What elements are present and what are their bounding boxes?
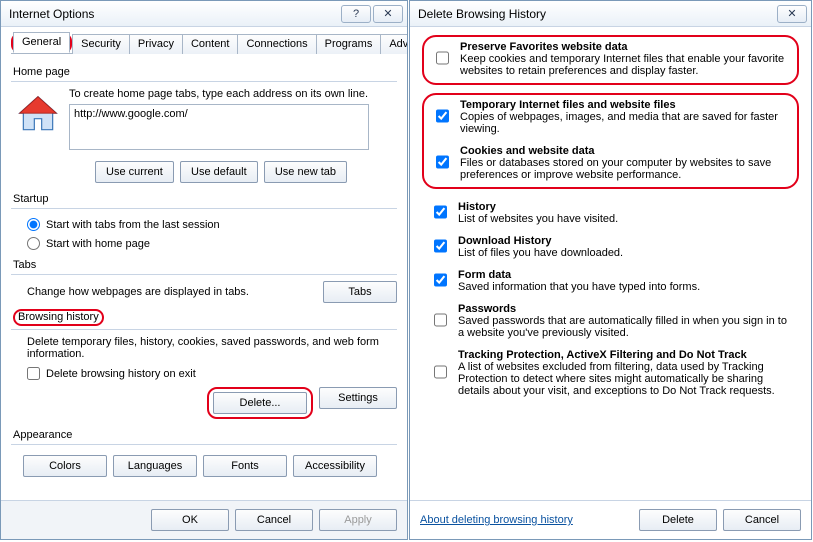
titlebar: Internet Options ? ✕: [1, 1, 407, 27]
tab-advanced[interactable]: Advanced: [380, 34, 407, 54]
tab-content[interactable]: Content: [182, 34, 239, 54]
tracking-protection-checkbox[interactable]: [434, 350, 447, 394]
form-data-title: Form data: [458, 269, 700, 281]
delete-on-exit-row[interactable]: Delete browsing history on exit: [27, 367, 397, 380]
download-history-checkbox[interactable]: [434, 236, 447, 256]
dialog-footer: About deleting browsing history Delete C…: [410, 500, 811, 539]
divider: [11, 81, 397, 82]
home-icon: [15, 92, 61, 138]
help-button[interactable]: ?: [341, 5, 371, 23]
annotation-temp-cookies: Temporary Internet files and website fil…: [422, 93, 799, 189]
startup-last-session-label: Start with tabs from the last session: [46, 219, 220, 231]
delete-history-button[interactable]: Delete...: [213, 392, 307, 414]
tracking-protection-title: Tracking Protection, ActiveX Filtering a…: [458, 349, 791, 361]
homepage-desc: To create home page tabs, type each addr…: [69, 88, 369, 100]
startup-last-session-radio[interactable]: [27, 218, 40, 231]
delete-on-exit-label: Delete browsing history on exit: [46, 368, 196, 380]
temp-files-desc: Copies of webpages, images, and media th…: [460, 111, 789, 135]
close-button[interactable]: ✕: [373, 5, 403, 23]
delete-on-exit-checkbox[interactable]: [27, 367, 40, 380]
delete-browsing-history-dialog: Delete Browsing History ✕ Preserve Favor…: [409, 0, 812, 540]
tabs-button[interactable]: Tabs: [323, 281, 397, 303]
titlebar: Delete Browsing History ✕: [410, 1, 811, 27]
use-default-button[interactable]: Use default: [180, 161, 258, 183]
fonts-button[interactable]: Fonts: [203, 455, 287, 477]
dialog-title: Internet Options: [9, 7, 339, 21]
apply-button[interactable]: Apply: [319, 509, 397, 531]
startup-homepage-row[interactable]: Start with home page: [27, 237, 397, 250]
preserve-favorites-title: Preserve Favorites website data: [460, 41, 789, 53]
download-history-title: Download History: [458, 235, 623, 247]
form-data-desc: Saved information that you have typed in…: [458, 281, 700, 293]
tabstrip: General Security Privacy Content Connect…: [11, 33, 397, 54]
tab-connections[interactable]: Connections: [237, 34, 316, 54]
startup-section-label: Startup: [13, 193, 397, 205]
passwords-desc: Saved passwords that are automatically f…: [458, 315, 791, 339]
tab-general[interactable]: General: [13, 32, 70, 53]
use-newtab-button[interactable]: Use new tab: [264, 161, 347, 183]
ok-button[interactable]: OK: [151, 509, 229, 531]
cancel-button[interactable]: Cancel: [235, 509, 313, 531]
download-history-desc: List of files you have downloaded.: [458, 247, 623, 259]
divider: [11, 329, 397, 330]
cookies-title: Cookies and website data: [460, 145, 789, 157]
preserve-favorites-desc: Keep cookies and temporary Internet file…: [460, 53, 789, 77]
passwords-checkbox[interactable]: [434, 304, 447, 336]
divider: [11, 444, 397, 445]
about-deleting-link[interactable]: About deleting browsing history: [420, 514, 573, 526]
cookies-checkbox[interactable]: [436, 146, 449, 178]
tab-programs[interactable]: Programs: [316, 34, 382, 54]
cookies-desc: Files or databases stored on your comput…: [460, 157, 789, 181]
appearance-section-label: Appearance: [13, 429, 397, 441]
history-desc: Delete temporary files, history, cookies…: [27, 336, 397, 360]
dialog-title: Delete Browsing History: [418, 7, 775, 21]
homepage-url-input[interactable]: [69, 104, 369, 150]
passwords-title: Passwords: [458, 303, 791, 315]
homepage-section-label: Home page: [13, 66, 397, 78]
accessibility-button[interactable]: Accessibility: [293, 455, 377, 477]
colors-button[interactable]: Colors: [23, 455, 107, 477]
use-current-button[interactable]: Use current: [95, 161, 174, 183]
internet-options-dialog: Internet Options ? ✕ General Security Pr…: [0, 0, 408, 540]
tabs-section-label: Tabs: [13, 259, 397, 271]
startup-homepage-radio[interactable]: [27, 237, 40, 250]
history-checkbox[interactable]: [434, 202, 447, 222]
form-data-checkbox[interactable]: [434, 270, 447, 290]
tab-privacy[interactable]: Privacy: [129, 34, 183, 54]
divider: [11, 274, 397, 275]
tabs-desc: Change how webpages are displayed in tab…: [27, 286, 323, 298]
close-button[interactable]: ✕: [777, 5, 807, 23]
tracking-protection-desc: A list of websites excluded from filteri…: [458, 361, 791, 397]
temp-files-title: Temporary Internet files and website fil…: [460, 99, 789, 111]
divider: [11, 208, 397, 209]
annotation-delete-button: Delete...: [207, 387, 313, 419]
history-section-label: Browsing history: [13, 309, 397, 326]
annotation-preserve-favorites: Preserve Favorites website data Keep coo…: [422, 35, 799, 85]
languages-button[interactable]: Languages: [113, 455, 197, 477]
annotation-general-tab: General: [11, 33, 72, 53]
annotation-browsing-history: Browsing history: [13, 309, 104, 326]
history-settings-button[interactable]: Settings: [319, 387, 397, 409]
cancel-button[interactable]: Cancel: [723, 509, 801, 531]
startup-last-session-row[interactable]: Start with tabs from the last session: [27, 218, 397, 231]
history-desc: List of websites you have visited.: [458, 213, 618, 225]
history-title: History: [458, 201, 618, 213]
dialog-footer: OK Cancel Apply: [1, 500, 407, 539]
tab-security[interactable]: Security: [72, 34, 130, 54]
startup-homepage-label: Start with home page: [46, 238, 150, 250]
temp-files-checkbox[interactable]: [436, 100, 449, 132]
delete-button[interactable]: Delete: [639, 509, 717, 531]
preserve-favorites-checkbox[interactable]: [436, 42, 449, 74]
